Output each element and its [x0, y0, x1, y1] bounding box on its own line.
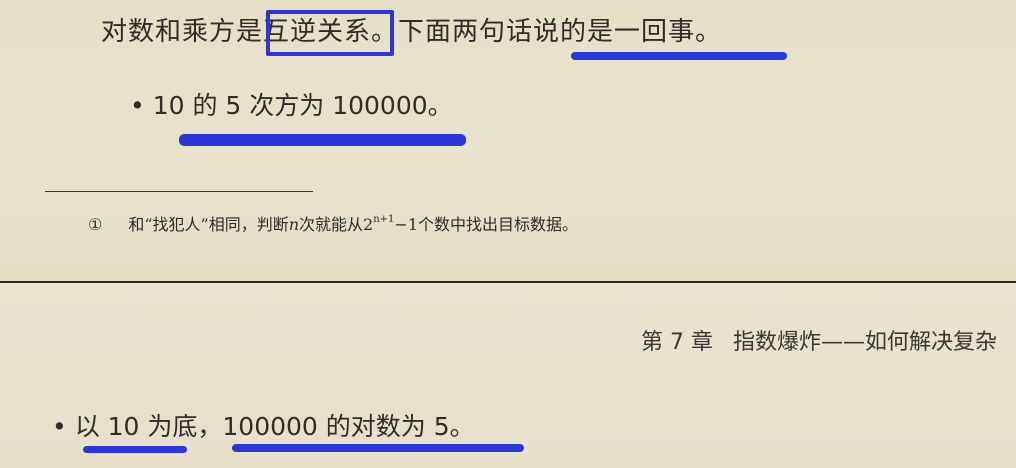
footnote-variable: n [288, 215, 300, 234]
underline-annotation [232, 444, 524, 452]
underline-annotation [83, 446, 187, 453]
footnote-text-after: −1个数中找出目标数据。 [394, 215, 578, 234]
line-suffix: 。下面两句话说的是一回事。 [371, 17, 723, 47]
footnote-mark: ① [88, 215, 103, 234]
bullet-item: • 以 10 为底，100000 的对数为 5。 [52, 412, 475, 441]
footnote-text-mid: 次就能从2 [299, 215, 374, 234]
underline-annotation [571, 52, 787, 60]
footnote-divider [45, 191, 313, 192]
highlight-box-annotation [266, 10, 394, 56]
footnote-text-before: 和“找犯人”相同，判断 [128, 215, 289, 234]
footnote: ① 和“找犯人”相同，判断n次就能从2n+1−1个数中找出目标数据。 [88, 209, 578, 236]
underline-annotation [179, 134, 466, 146]
chapter-title: 指数爆炸——如何解决复杂 [732, 330, 997, 355]
chapter-number: 第 7 章 [641, 330, 713, 355]
line-prefix: 对数和乘方是 [101, 17, 264, 47]
chapter-header: 第 7 章指数爆炸——如何解决复杂 [641, 328, 997, 358]
bullet-item: • 10 的 5 次方为 100000。 [130, 91, 453, 120]
top-page: 对数和乘方是互逆关系。下面两句话说的是一回事。 • 10 的 5 次方为 100… [0, 0, 1016, 281]
footnote-superscript: n+1 [373, 214, 395, 225]
paragraph-line: 对数和乘方是互逆关系。下面两句话说的是一回事。 [101, 14, 722, 50]
